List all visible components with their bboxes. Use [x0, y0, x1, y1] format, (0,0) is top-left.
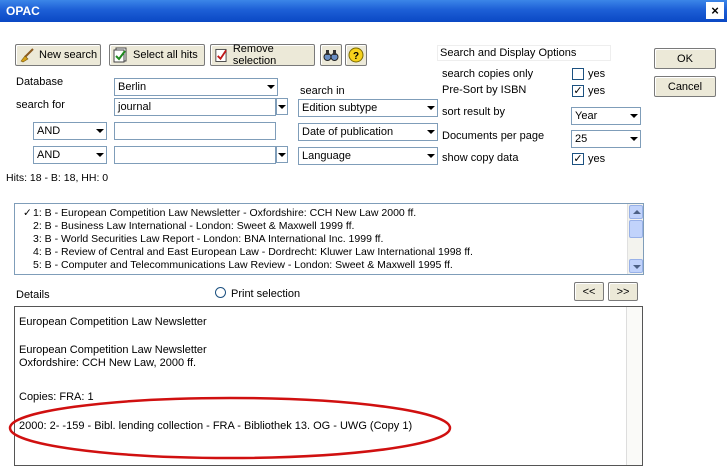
print-selection-label: Print selection — [231, 288, 301, 300]
next-label: >> — [616, 285, 630, 298]
annotation-ellipse — [8, 396, 452, 460]
list-item[interactable]: 4: B - Review of Central and East Europe… — [15, 246, 627, 259]
pre-sort-checkbox[interactable]: ✓ — [572, 85, 584, 97]
search-term-2[interactable] — [114, 122, 276, 140]
documents-per-page-value: 25 — [575, 133, 588, 145]
chevron-down-icon — [263, 79, 277, 95]
pre-sort-label: Pre-Sort by ISBN — [442, 84, 527, 96]
opac-window: OPAC × New search Select all hits Remove… — [0, 0, 727, 469]
search-copies-checkbox[interactable] — [572, 68, 584, 80]
list-item[interactable]: 2: B - Business Law International - Lond… — [15, 220, 627, 233]
results-scrollbar[interactable] — [627, 204, 643, 274]
detail-publisher: Oxfordshire: CCH New Law, 2000 ff. — [19, 357, 197, 369]
list-item-text: 2: B - Business Law International - Lond… — [33, 220, 355, 232]
pre-sort-yes: yes — [588, 85, 606, 97]
remove-selection-button[interactable]: Remove selection — [210, 43, 315, 67]
list-item-text: 5: B - Computer and Telecommunications L… — [33, 259, 453, 271]
remove-selection-icon — [215, 48, 227, 62]
operator-3-select[interactable]: AND — [33, 146, 107, 164]
search-for-label: search for — [16, 99, 65, 111]
scroll-thumb[interactable] — [629, 220, 643, 238]
scroll-down-button[interactable] — [629, 259, 643, 273]
search-term-1[interactable]: journal — [114, 98, 276, 116]
search-term-3-dropdown[interactable] — [276, 146, 288, 163]
select-all-icon — [113, 47, 127, 63]
show-copy-data-yes: yes — [588, 153, 606, 165]
chevron-down-icon — [626, 108, 640, 124]
sort-value: Year — [575, 110, 598, 122]
search-field-3-select[interactable]: Language — [298, 147, 438, 165]
detail-title: European Competition Law Newsletter — [19, 316, 207, 328]
search-field-1-select[interactable]: Edition subtype — [298, 99, 438, 117]
cancel-button[interactable]: Cancel — [654, 76, 716, 97]
ok-label: OK — [677, 52, 693, 65]
scroll-up-button[interactable] — [629, 205, 643, 219]
svg-text:?: ? — [353, 51, 359, 62]
search-term-3[interactable] — [114, 146, 276, 164]
list-item[interactable]: 3: B - World Securities Law Report - Lon… — [15, 233, 627, 246]
search-field-2-select[interactable]: Date of publication — [298, 123, 438, 141]
broom-icon — [20, 48, 34, 63]
database-select[interactable]: Berlin — [114, 78, 278, 96]
chevron-down-icon — [92, 123, 106, 139]
list-item-text: 1: B - European Competition Law Newslett… — [33, 207, 417, 219]
results-list[interactable]: ✓1: B - European Competition Law Newslet… — [14, 203, 644, 275]
show-copy-data-label: show copy data — [442, 152, 519, 164]
documents-per-page-label: Documents per page — [442, 130, 545, 142]
binoculars-icon — [323, 50, 339, 61]
show-copy-data-checkbox[interactable]: ✓ — [572, 153, 584, 165]
search-term-1-dropdown[interactable] — [276, 98, 288, 115]
search-copies-yes: yes — [588, 68, 606, 80]
title-bar: OPAC × — [0, 0, 727, 22]
details-scrollbar[interactable] — [626, 307, 642, 465]
chevron-down-icon — [92, 147, 106, 163]
sort-result-label: sort result by — [442, 106, 505, 118]
detail-title-2: European Competition Law Newsletter — [19, 344, 207, 356]
options-title: Search and Display Options — [437, 45, 611, 61]
operator-2-select[interactable]: AND — [33, 122, 107, 140]
documents-per-page-select[interactable]: 25 — [571, 130, 641, 148]
list-item[interactable]: ✓1: B - European Competition Law Newslet… — [15, 207, 627, 220]
chevron-down-icon — [423, 100, 437, 116]
list-item-text: 4: B - Review of Central and East Europe… — [33, 246, 473, 258]
chevron-down-icon — [423, 148, 437, 164]
new-search-label: New search — [39, 49, 98, 61]
cancel-label: Cancel — [667, 80, 703, 93]
select-all-hits-button[interactable]: Select all hits — [109, 44, 205, 66]
next-button[interactable]: >> — [608, 282, 638, 301]
operator-3-value: AND — [37, 149, 61, 161]
list-item[interactable]: 5: B - Computer and Telecommunications L… — [15, 259, 627, 272]
ok-button[interactable]: OK — [654, 48, 716, 69]
details-label: Details — [16, 289, 50, 301]
arrow-down-icon — [633, 265, 641, 269]
previous-label: << — [582, 285, 596, 298]
help-icon: ? — [348, 47, 364, 63]
remove-selection-label: Remove selection — [232, 43, 277, 67]
new-search-button[interactable]: New search — [15, 44, 101, 66]
operator-2-value: AND — [37, 125, 61, 137]
checkmark-icon: ✓ — [23, 207, 32, 219]
hits-summary: Hits: 18 - B: 18, HH: 0 — [6, 172, 109, 184]
select-all-label: Select all hits — [133, 49, 198, 61]
search-field-1-value: Edition subtype — [302, 102, 378, 114]
search-copies-label: search copies only — [442, 68, 534, 80]
database-value: Berlin — [118, 81, 147, 93]
database-label: Database — [16, 76, 64, 88]
search-in-label: search in — [300, 85, 345, 97]
window-title: OPAC — [6, 4, 40, 18]
results-rows: ✓1: B - European Competition Law Newslet… — [15, 207, 627, 272]
list-item-text: 3: B - World Securities Law Report - Lon… — [33, 233, 384, 245]
binoculars-button[interactable] — [320, 44, 342, 66]
print-selection-radio[interactable] — [215, 287, 226, 298]
search-field-3-value: Language — [302, 150, 351, 162]
close-icon[interactable]: × — [706, 2, 724, 19]
arrow-up-icon — [633, 210, 641, 214]
previous-button[interactable]: << — [574, 282, 604, 301]
chevron-down-icon — [423, 124, 437, 140]
help-button[interactable]: ? — [345, 44, 367, 66]
search-field-2-value: Date of publication — [302, 126, 394, 138]
chevron-down-icon — [626, 131, 640, 147]
sort-select[interactable]: Year — [571, 107, 641, 125]
